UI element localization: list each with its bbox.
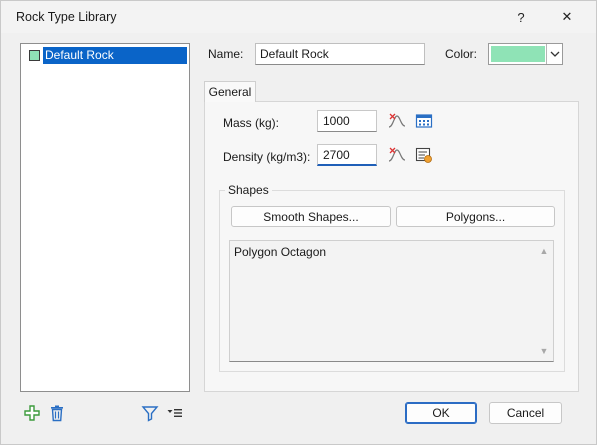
mass-input[interactable] (317, 110, 377, 132)
delete-icon[interactable] (47, 403, 67, 423)
rock-color-swatch-icon (29, 50, 40, 61)
density-input[interactable] (317, 144, 377, 166)
function-curve-icon[interactable] (388, 146, 406, 164)
calculator-icon[interactable] (415, 112, 433, 130)
shape-list[interactable]: Polygon Octagon ▲ ▼ (229, 240, 554, 362)
tab-general[interactable]: General (204, 81, 256, 102)
list-item[interactable]: Polygon Octagon (234, 245, 326, 259)
title-bar[interactable]: Rock Type Library ? ✕ (1, 1, 596, 33)
rock-type-library-dialog: Rock Type Library ? ✕ Default Rock Name:… (0, 0, 597, 445)
name-label: Name: (208, 47, 244, 61)
add-icon[interactable] (22, 403, 42, 423)
scroll-up-icon[interactable]: ▲ (538, 245, 550, 257)
function-curve-icon[interactable] (388, 112, 406, 130)
shapes-group-title: Shapes (225, 183, 272, 197)
window-title: Rock Type Library (16, 10, 117, 24)
help-icon: ? (517, 9, 525, 25)
color-picker[interactable] (488, 43, 563, 65)
mass-label: Mass (kg): (223, 116, 280, 130)
ok-button[interactable]: OK (405, 402, 477, 424)
name-input[interactable] (255, 43, 425, 65)
tree-item-default-rock[interactable]: Default Rock (29, 47, 187, 64)
statistics-icon[interactable] (415, 146, 433, 164)
color-swatch (491, 46, 545, 62)
help-button[interactable]: ? (506, 5, 536, 29)
close-icon: ✕ (561, 9, 573, 24)
close-button[interactable]: ✕ (552, 5, 582, 29)
filter-icon[interactable] (140, 403, 160, 423)
smooth-shapes-button[interactable]: Smooth Shapes... (231, 206, 391, 227)
scroll-down-icon[interactable]: ▼ (538, 345, 550, 357)
tree-item-label: Default Rock (43, 47, 187, 64)
density-label: Density (kg/m3): (223, 150, 311, 164)
cancel-button[interactable]: Cancel (489, 402, 562, 424)
polygons-button[interactable]: Polygons... (396, 206, 555, 227)
rock-type-tree[interactable]: Default Rock (20, 43, 190, 392)
chevron-down-icon[interactable] (546, 44, 562, 64)
filter-menu-icon[interactable] (165, 403, 185, 423)
color-label: Color: (445, 47, 478, 61)
